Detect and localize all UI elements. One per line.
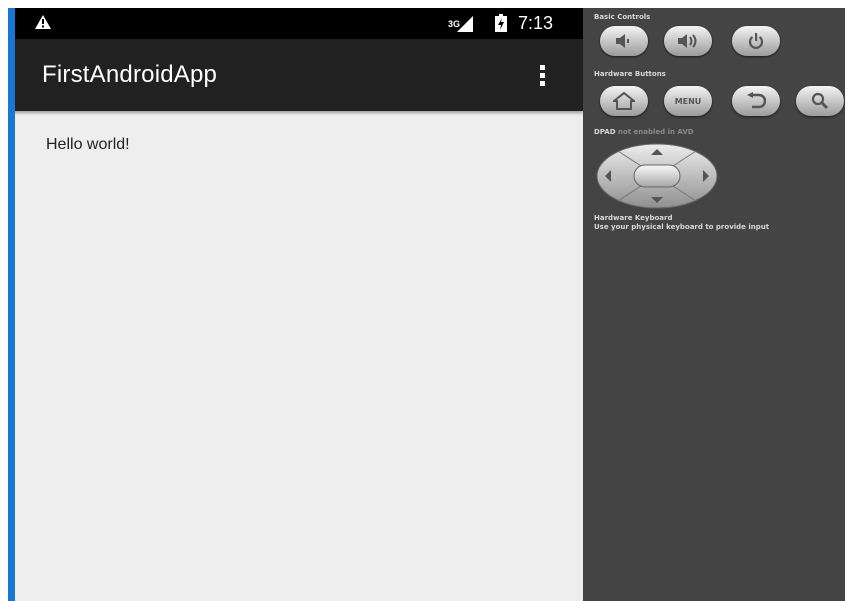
- hello-world-text: Hello world!: [46, 136, 130, 153]
- basic-controls-label: Basic Controls: [594, 13, 651, 21]
- hardware-buttons-label: Hardware Buttons: [594, 70, 666, 78]
- overflow-menu-icon[interactable]: [537, 63, 547, 89]
- search-button[interactable]: [796, 86, 844, 116]
- volume-down-icon: [616, 34, 629, 48]
- menu-button-label: MENU: [674, 96, 702, 106]
- hardware-keyboard-description: Use your physical keyboard to provide in…: [594, 223, 770, 231]
- android-screen: 3G 7:13 FirstAndroidApp Hello world!: [8, 8, 583, 601]
- screen-edge-accent: [8, 8, 15, 601]
- dpad-label-title: DPAD: [594, 128, 616, 136]
- menu-button[interactable]: MENU: [664, 86, 712, 116]
- status-time: 7:13: [518, 13, 554, 33]
- battery-icon: [495, 14, 507, 37]
- dpad-label-status: not enabled in AVD: [617, 128, 694, 136]
- dpad-control[interactable]: [596, 143, 719, 209]
- hardware-keyboard-label: Hardware Keyboard: [594, 214, 673, 222]
- home-icon: [613, 92, 635, 110]
- status-bar: 3G 7:13: [8, 8, 583, 39]
- search-icon: [811, 92, 829, 110]
- volume-up-icon: [678, 34, 697, 48]
- emulator-controls-panel: Basic Controls Hardware Buttons MENU DPA…: [583, 8, 845, 601]
- volume-down-button[interactable]: [600, 26, 648, 56]
- back-icon: [747, 92, 766, 109]
- signal-icon: [457, 16, 473, 37]
- warning-icon: [34, 14, 52, 35]
- volume-up-button[interactable]: [664, 26, 712, 56]
- power-button[interactable]: [732, 26, 780, 56]
- back-button[interactable]: [732, 86, 780, 116]
- hardware-keyboard-info: Hardware Keyboard Use your physical keyb…: [594, 214, 769, 232]
- action-bar: FirstAndroidApp: [8, 39, 583, 111]
- dpad-label: DPAD not enabled in AVD: [594, 128, 694, 136]
- home-button[interactable]: [600, 86, 648, 116]
- power-icon: [748, 33, 764, 49]
- app-title: FirstAndroidApp: [42, 61, 218, 88]
